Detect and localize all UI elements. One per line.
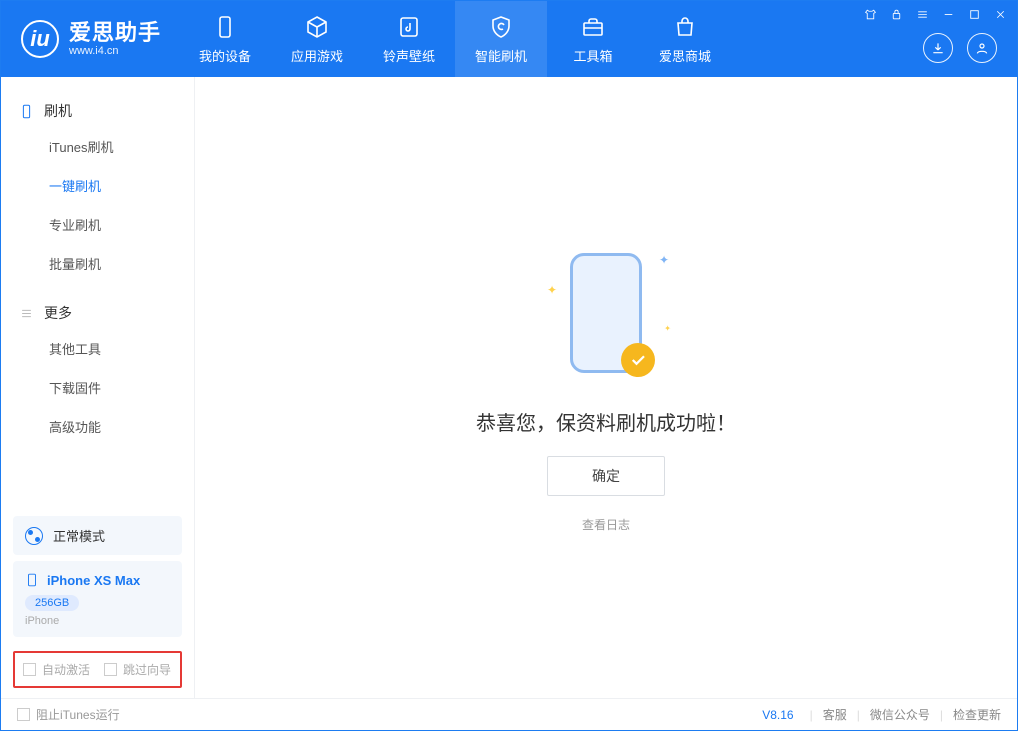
main-content: ✦ ✦ ✦ 恭喜您，保资料刷机成功啦！ 确定 查看日志 — [195, 77, 1017, 698]
music-note-icon — [396, 14, 422, 40]
device-card[interactable]: iPhone XS Max 256GB iPhone — [13, 561, 182, 637]
success-illustration: ✦ ✦ ✦ — [561, 243, 651, 383]
tab-label: 爱思商城 — [659, 46, 711, 65]
tab-smart-flash[interactable]: 智能刷机 — [455, 1, 547, 77]
header-actions — [923, 33, 997, 63]
wechat-link[interactable]: 微信公众号 — [870, 706, 930, 723]
section-title: 刷机 — [44, 101, 72, 121]
body: 刷机 iTunes刷机 一键刷机 专业刷机 批量刷机 更多 其他工具 下载固件 … — [1, 77, 1017, 698]
sidebar-section-more: 更多 — [1, 297, 194, 329]
flash-options-box: 自动激活 跳过向导 — [13, 651, 182, 688]
sparkle-icon: ✦ — [659, 253, 669, 267]
tab-my-device[interactable]: 我的设备 — [179, 1, 271, 77]
tab-store[interactable]: 爱思商城 — [639, 1, 731, 77]
app-url: www.i4.cn — [69, 45, 161, 57]
download-button[interactable] — [923, 33, 953, 63]
mode-indicator[interactable]: 正常模式 — [13, 516, 182, 555]
sidebar-item-download-firmware[interactable]: 下载固件 — [1, 368, 194, 407]
section-title: 更多 — [44, 303, 72, 323]
mode-label: 正常模式 — [53, 526, 105, 545]
footer: 阻止iTunes运行 V8.16 | 客服 | 微信公众号 | 检查更新 — [1, 698, 1017, 730]
tab-apps-games[interactable]: 应用游戏 — [271, 1, 363, 77]
tab-label: 应用游戏 — [291, 46, 343, 65]
view-log-link[interactable]: 查看日志 — [582, 516, 630, 533]
sidebar-section-flash: 刷机 — [1, 95, 194, 127]
close-icon[interactable] — [993, 7, 1007, 21]
app-window: iu 爱思助手 www.i4.cn 我的设备 应用游戏 铃声壁纸 智能刷机 — [0, 0, 1018, 731]
user-button[interactable] — [967, 33, 997, 63]
main-tabs: 我的设备 应用游戏 铃声壁纸 智能刷机 工具箱 爱思商城 — [179, 1, 731, 77]
phone-icon — [212, 14, 238, 40]
tab-label: 智能刷机 — [475, 46, 527, 65]
tab-label: 工具箱 — [574, 46, 613, 65]
tab-label: 我的设备 — [199, 46, 251, 65]
support-link[interactable]: 客服 — [823, 706, 847, 723]
storage-badge: 256GB — [25, 595, 79, 611]
lock-icon[interactable] — [889, 7, 903, 21]
tshirt-icon[interactable] — [863, 7, 877, 21]
mode-icon — [25, 527, 43, 545]
logo-icon: iu — [21, 20, 59, 58]
minimize-icon[interactable] — [941, 7, 955, 21]
menu-icon[interactable] — [915, 7, 929, 21]
app-name: 爱思助手 — [69, 21, 161, 45]
sidebar: 刷机 iTunes刷机 一键刷机 专业刷机 批量刷机 更多 其他工具 下载固件 … — [1, 77, 195, 698]
checkbox-skip-guide[interactable]: 跳过向导 — [104, 661, 171, 678]
sidebar-item-other-tools[interactable]: 其他工具 — [1, 329, 194, 368]
checkbox-auto-activate[interactable]: 自动激活 — [23, 661, 90, 678]
check-update-link[interactable]: 检查更新 — [953, 706, 1001, 723]
toolbox-icon — [580, 14, 606, 40]
sidebar-item-batch-flash[interactable]: 批量刷机 — [1, 244, 194, 283]
sparkle-icon: ✦ — [547, 283, 557, 297]
success-message: 恭喜您，保资料刷机成功啦！ — [476, 407, 736, 436]
sidebar-item-itunes-flash[interactable]: iTunes刷机 — [1, 127, 194, 166]
sparkle-icon: ✦ — [664, 324, 671, 333]
tab-ringtone-wallpaper[interactable]: 铃声壁纸 — [363, 1, 455, 77]
tab-toolbox[interactable]: 工具箱 — [547, 1, 639, 77]
shield-refresh-icon — [488, 14, 514, 40]
device-type: iPhone — [25, 615, 170, 627]
check-badge-icon — [621, 343, 655, 377]
sidebar-item-advanced[interactable]: 高级功能 — [1, 407, 194, 446]
checkbox-block-itunes[interactable]: 阻止iTunes运行 — [17, 706, 120, 723]
cube-icon — [304, 14, 330, 40]
phone-small-icon — [25, 571, 39, 589]
device-icon — [19, 104, 34, 119]
ok-button[interactable]: 确定 — [547, 456, 665, 496]
list-icon — [19, 306, 34, 321]
sidebar-item-oneclick-flash[interactable]: 一键刷机 — [1, 166, 194, 205]
bag-icon — [672, 14, 698, 40]
header: iu 爱思助手 www.i4.cn 我的设备 应用游戏 铃声壁纸 智能刷机 — [1, 1, 1017, 77]
version-label: V8.16 — [762, 708, 793, 722]
device-name: iPhone XS Max — [47, 573, 140, 588]
window-controls — [863, 7, 1007, 21]
sidebar-item-pro-flash[interactable]: 专业刷机 — [1, 205, 194, 244]
maximize-icon[interactable] — [967, 7, 981, 21]
tab-label: 铃声壁纸 — [383, 46, 435, 65]
logo: iu 爱思助手 www.i4.cn — [1, 1, 179, 77]
